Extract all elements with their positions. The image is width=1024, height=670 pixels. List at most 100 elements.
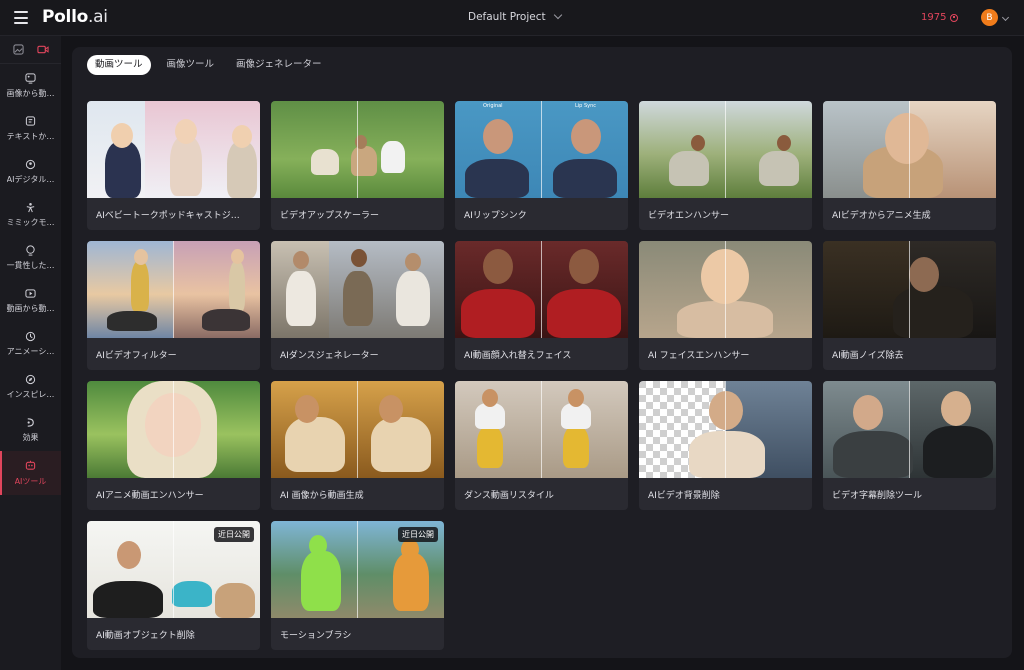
tool-thumbnail — [639, 381, 812, 478]
thumbnail-caption-lip-sync: Lip Sync — [575, 103, 596, 109]
tool-card[interactable]: AIビデオフィルター — [87, 241, 260, 370]
tool-card[interactable]: AIベビートークポッドキャストジ… — [87, 101, 260, 230]
top-bar: Pollo.ai Default Project 1975 B — [0, 0, 1024, 36]
sidebar-item[interactable]: 効果 — [0, 408, 61, 451]
sidebar-item-label: 画像から動… — [6, 89, 55, 98]
chevron-down-icon — [553, 10, 562, 20]
mimic-motion-icon — [25, 201, 37, 213]
sidebar-item[interactable]: アニメーシ… — [0, 322, 61, 365]
logo[interactable]: Pollo.ai — [42, 7, 108, 27]
tool-card[interactable]: ビデオアップスケーラー — [271, 101, 444, 230]
sidebar-item[interactable]: インスピレ… — [0, 365, 61, 408]
logo-suffix: .ai — [87, 7, 108, 27]
tool-thumbnail — [823, 101, 996, 198]
hamburger-menu-icon[interactable] — [14, 11, 28, 24]
tool-card-label: ダンス動画リスタイル — [464, 491, 554, 501]
project-name: Default Project — [468, 11, 546, 23]
sidebar-item-label: 効果 — [22, 433, 39, 442]
tool-card[interactable]: ダンス動画リスタイル — [455, 381, 628, 510]
sidebar-item-label: ミミックモ… — [6, 218, 55, 227]
tool-card-label: AIダンスジェネレーター — [280, 351, 379, 361]
sidebar-item[interactable]: 画像から動… — [0, 64, 61, 107]
tool-card[interactable]: ビデオエンハンサー — [639, 101, 812, 230]
tool-card-label: AI 画像から動画生成 — [280, 491, 364, 501]
credit-coin-icon — [950, 13, 959, 22]
tool-card[interactable]: AI フェイスエンハンサー — [639, 241, 812, 370]
sidebar-item[interactable]: AIツール — [0, 451, 61, 495]
tool-card[interactable]: AI動画ノイズ除去 — [823, 241, 996, 370]
tool-card[interactable]: AI 画像から動画生成 — [271, 381, 444, 510]
video-to-video-icon — [25, 287, 37, 299]
tool-card-label: AIベビートークポッドキャストジ… — [96, 211, 240, 221]
tool-card[interactable]: AIダンスジェネレーター — [271, 241, 444, 370]
tool-thumbnail — [87, 381, 260, 478]
sidebar: 画像から動… テキストか… AIデジタル… ミミックモ… 一貫性した… 動画から動… アニメ… — [0, 36, 61, 670]
tool-thumbnail — [271, 381, 444, 478]
sidebar-item[interactable]: テキストか… — [0, 107, 61, 150]
tool-thumbnail — [271, 241, 444, 338]
sidebar-item-label: 一貫性した… — [6, 261, 55, 270]
tab-image-tools[interactable]: 画像ツール — [161, 55, 221, 75]
sidebar-item[interactable]: 一貫性した… — [0, 236, 61, 279]
tool-card-label: ビデオ字幕削除ツール — [832, 491, 923, 501]
tool-thumbnail — [823, 381, 996, 478]
tool-card-label: AIビデオ背景削除 — [648, 491, 720, 501]
sidebar-item-label: テキストか… — [6, 132, 55, 141]
project-selector[interactable]: Default Project — [468, 10, 562, 23]
tool-card-label: AI動画ノイズ除去 — [832, 351, 904, 361]
avatar[interactable]: B — [981, 9, 998, 26]
tool-card-label: AI フェイスエンハンサー — [648, 351, 750, 361]
tab-image-generator[interactable]: 画像ジェネレーター — [230, 55, 328, 75]
coming-soon-badge: 近日公開 — [398, 527, 438, 542]
chevron-down-icon[interactable] — [1001, 13, 1010, 22]
sidebar-item[interactable]: ミミックモ… — [0, 193, 61, 236]
image-to-video-icon — [25, 72, 37, 84]
tool-card[interactable]: AIアニメ動画エンハンサー — [87, 381, 260, 510]
digital-human-icon — [25, 158, 37, 170]
credits-value: 1975 — [921, 12, 947, 23]
video-mode-icon[interactable] — [37, 44, 49, 56]
sidebar-item-label: インスピレ… — [6, 390, 55, 399]
tool-card-label: AIビデオフィルター — [96, 351, 177, 361]
tool-grid: AIベビートークポッドキャストジ… ビデオアップスケーラー Original Lip … — [87, 101, 996, 650]
tool-card[interactable]: Original Lip Sync AIリップシンク — [455, 101, 628, 230]
sidebar-item-label: AIツール — [14, 476, 47, 486]
tool-card-label: モーションブラシ — [280, 631, 352, 641]
tool-card[interactable]: AIビデオからアニメ生成 — [823, 101, 996, 230]
tool-tabs: 動画ツール 画像ツール 画像ジェネレーター — [87, 55, 328, 75]
tool-thumbnail — [823, 241, 996, 338]
tool-card-label: AIビデオからアニメ生成 — [832, 211, 931, 221]
sidebar-item-label: AIデジタル… — [6, 175, 55, 184]
main-panel: 動画ツール 画像ツール 画像ジェネレーター AIベビートークポッドキャストジ… ビ… — [72, 47, 1012, 658]
animation-icon — [25, 330, 37, 342]
coming-soon-badge: 近日公開 — [214, 527, 254, 542]
tool-card[interactable]: 近日公開 AI動画オブジェクト削除 — [87, 521, 260, 650]
sidebar-item[interactable]: 動画から動… — [0, 279, 61, 322]
tab-video-tools[interactable]: 動画ツール — [87, 55, 151, 75]
sidebar-item[interactable]: AIデジタル… — [0, 150, 61, 193]
tool-thumbnail — [455, 241, 628, 338]
tool-card-label: AI動画オブジェクト削除 — [96, 631, 195, 641]
inspiration-icon — [25, 373, 37, 385]
tool-thumbnail — [455, 381, 628, 478]
tool-card[interactable]: 近日公開モーションブラシ — [271, 521, 444, 650]
tool-card-label: AI動画顔入れ替えフェイス — [464, 351, 572, 361]
thumbnail-caption-original: Original — [483, 103, 503, 109]
tool-thumbnail — [271, 101, 444, 198]
tool-card[interactable]: ビデオ字幕削除ツール — [823, 381, 996, 510]
tool-thumbnail: Original Lip Sync — [455, 101, 628, 198]
tool-card[interactable]: AI動画顔入れ替えフェイス — [455, 241, 628, 370]
sidebar-item-label: アニメーシ… — [6, 347, 55, 356]
logo-main: Pollo — [42, 7, 88, 27]
tool-thumbnail — [87, 241, 260, 338]
consistent-character-icon — [25, 244, 37, 256]
tool-card[interactable]: AIビデオ背景削除 — [639, 381, 812, 510]
image-mode-icon[interactable] — [12, 44, 24, 56]
sidebar-mode-switch — [0, 36, 61, 64]
credits-display[interactable]: 1975 — [921, 12, 959, 23]
tool-thumbnail — [639, 241, 812, 338]
ai-tools-icon — [25, 460, 37, 472]
tool-card-label: AIアニメ動画エンハンサー — [96, 491, 204, 501]
tool-card-label: AIリップシンク — [464, 211, 527, 221]
tool-thumbnail — [87, 101, 260, 198]
